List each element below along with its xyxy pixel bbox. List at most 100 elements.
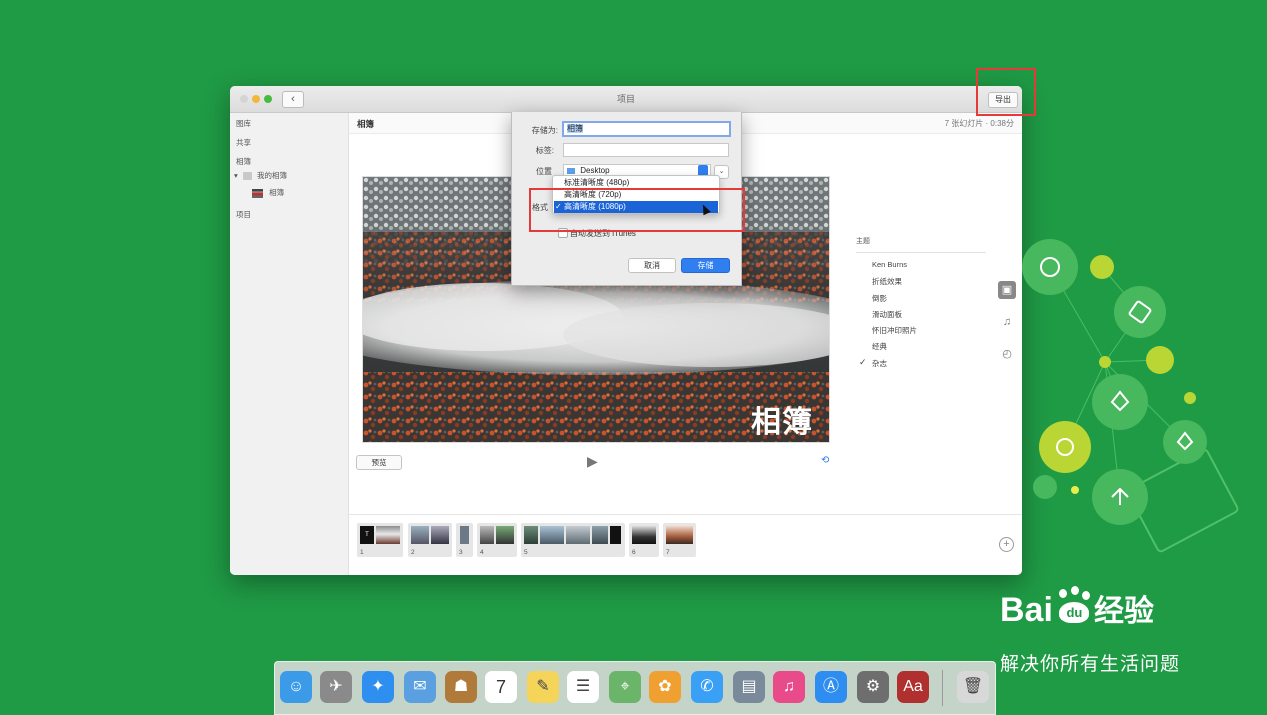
preview-overlay-title: 相簿 xyxy=(751,405,813,440)
itunes-icon[interactable]: ♫ xyxy=(773,671,805,703)
theme-item-reflections[interactable]: 倒影 xyxy=(856,293,986,309)
window-title: 项目 xyxy=(616,94,635,104)
checkmark-icon: ✓ xyxy=(859,356,867,367)
title-slide-thumb: T xyxy=(360,526,374,544)
preview-button[interactable]: 预览 xyxy=(356,455,402,470)
title-bar: ‹ 项目 导出 xyxy=(230,86,1022,113)
slide-clip-2[interactable]: 2 xyxy=(408,523,452,557)
theme-item-label: 怀旧冲印照片 xyxy=(872,326,917,336)
clip-number: 3 xyxy=(459,549,463,556)
disclosure-triangle-icon[interactable]: ▾ xyxy=(234,171,238,180)
tags-label: 标签: xyxy=(535,146,554,155)
save-as-input[interactable]: 相簿 xyxy=(562,121,731,137)
theme-item-vintage-prints[interactable]: 怀旧冲印照片 xyxy=(856,325,986,341)
theme-item-ken-burns[interactable]: Ken Burns xyxy=(856,260,986,276)
logo-text: Bai xyxy=(1000,591,1053,629)
add-slide-button[interactable]: + xyxy=(999,537,1014,552)
slide-thumb xyxy=(566,526,590,544)
tags-input[interactable] xyxy=(563,143,729,157)
theme-item-origami[interactable]: 折纸效果 xyxy=(856,276,986,292)
sidebar-item-label: 我的相簿 xyxy=(256,171,287,180)
slide-thumb xyxy=(632,526,656,544)
slide-clip-1[interactable]: T 1 xyxy=(357,523,403,557)
location-value: Desktop xyxy=(580,166,610,175)
loop-icon[interactable]: ⟲ xyxy=(821,455,829,466)
theme-layout-icon[interactable]: ▣ xyxy=(998,281,1016,299)
theme-panel: 主题 Ken Burns 折纸效果 倒影 滑动面板 怀旧冲印照片 经典 ✓ 杂志 xyxy=(856,236,986,374)
slideshow-info: 7 张幻灯片 · 0:38分 xyxy=(944,119,1014,128)
highlight-box-export xyxy=(976,68,1036,116)
logo-suffix: 经验 xyxy=(1093,594,1154,629)
messages-icon[interactable]: ✆ xyxy=(691,671,723,703)
save-as-label: 存储为: xyxy=(531,126,558,135)
dock: ☺ ✈ ✦ ✉ ☗ 7 ✎ ☰ ⌖ ✿ ✆ ▤ ♫ Ⓐ ⚙ Aa 🗑 xyxy=(274,661,996,715)
photos-icon[interactable]: ✿ xyxy=(649,671,681,703)
slide-clip-4[interactable]: 4 xyxy=(477,523,517,557)
slide-thumb xyxy=(666,526,693,544)
slide-thumb xyxy=(411,526,429,544)
save-button[interactable]: 存储 xyxy=(681,258,730,273)
slide-thumb xyxy=(610,526,621,544)
sidebar-item-my-albums[interactable]: ▾ 我的相簿 xyxy=(234,170,287,181)
theme-item-label: Ken Burns xyxy=(872,260,908,269)
launchpad-icon[interactable]: ✈ xyxy=(320,671,352,703)
album-stack-icon xyxy=(252,188,263,198)
slide-thumb xyxy=(460,526,469,544)
slide-clip-7[interactable]: 7 xyxy=(663,523,696,557)
sidebar-item-shared[interactable]: 共享 xyxy=(236,137,251,148)
music-icon[interactable]: ♫ xyxy=(998,313,1016,331)
clip-number: 6 xyxy=(632,549,636,556)
side-toolbar: ▣ ♫ ◴ xyxy=(998,281,1016,377)
slide-thumb xyxy=(540,526,564,544)
notes-icon[interactable]: ✎ xyxy=(527,671,559,703)
play-icon[interactable]: ▶ xyxy=(587,453,598,470)
location-label: 位置 xyxy=(536,167,552,176)
slide-thumb xyxy=(431,526,449,544)
theme-panel-title: 主题 xyxy=(856,236,986,253)
slide-thumb xyxy=(376,526,400,544)
slide-clip-6[interactable]: 6 xyxy=(629,523,659,557)
theme-item-sliding-panels[interactable]: 滑动面板 xyxy=(856,309,986,325)
system-preferences-icon[interactable]: ⚙ xyxy=(857,671,889,703)
project-title: 相簿 xyxy=(357,119,375,129)
timer-icon[interactable]: ◴ xyxy=(998,345,1016,363)
chevron-down-icon: ⌄ xyxy=(718,168,725,175)
theme-item-label: 折纸效果 xyxy=(872,277,902,287)
theme-item-label: 滑动面板 xyxy=(872,309,902,319)
slide-thumb xyxy=(592,526,608,544)
maps-icon[interactable]: ⌖ xyxy=(609,671,641,703)
slide-clip-3[interactable]: 3 xyxy=(456,523,473,557)
logo-du: du xyxy=(1059,602,1090,623)
slide-thumb xyxy=(480,526,494,544)
clip-number: 1 xyxy=(360,549,364,556)
folder-icon xyxy=(242,172,252,181)
clip-number: 5 xyxy=(524,549,528,556)
theme-item-label: 倒影 xyxy=(872,293,887,303)
clip-number: 7 xyxy=(666,549,670,556)
theme-item-label: 经典 xyxy=(872,342,887,352)
image-capture-icon[interactable]: ▤ xyxy=(733,671,765,703)
sidebar-item-album[interactable]: 相簿 xyxy=(252,187,284,198)
safari-icon[interactable]: ✦ xyxy=(362,671,394,703)
slide-clip-5[interactable]: 5 xyxy=(521,523,625,557)
calendar-icon[interactable]: 7 xyxy=(485,671,517,703)
theme-item-magazine[interactable]: ✓ 杂志 xyxy=(856,356,986,374)
slide-thumb xyxy=(496,526,514,544)
sidebar-item-projects[interactable]: 项目 xyxy=(236,209,251,220)
app-store-icon[interactable]: Ⓐ xyxy=(815,671,847,703)
reminders-icon[interactable]: ☰ xyxy=(567,671,599,703)
theme-item-classic[interactable]: 经典 xyxy=(856,341,986,357)
highlight-box-format xyxy=(529,188,745,232)
finder-icon[interactable]: ☺ xyxy=(280,671,312,703)
sidebar-item-label: 相簿 xyxy=(269,188,285,197)
cancel-button[interactable]: 取消 xyxy=(628,258,676,273)
decorative-lightbulb-graphic xyxy=(1022,239,1239,553)
sidebar-item-library[interactable]: 图库 xyxy=(236,118,251,129)
mail-icon[interactable]: ✉ xyxy=(404,671,436,703)
contacts-icon[interactable]: ☗ xyxy=(445,671,477,703)
dictionary-icon[interactable]: Aa xyxy=(897,671,929,703)
trash-icon[interactable]: 🗑 xyxy=(957,671,989,703)
clip-number: 4 xyxy=(480,549,484,556)
sidebar-item-albums[interactable]: 相簿 xyxy=(236,156,251,167)
clip-number: 2 xyxy=(411,549,415,556)
